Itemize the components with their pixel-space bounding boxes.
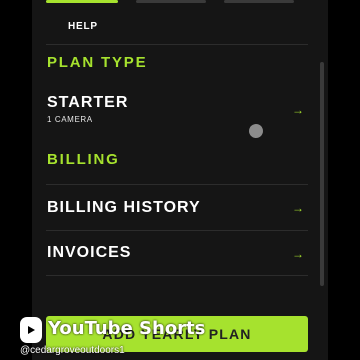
plan-detail: 1 CAMERA (47, 115, 93, 124)
divider (46, 184, 308, 185)
plan-name[interactable]: STARTER (47, 94, 128, 112)
plan-slider-thumb[interactable] (249, 124, 263, 138)
tab-indicator[interactable] (136, 0, 206, 3)
plan-slider-track[interactable] (47, 130, 262, 132)
youtube-shorts-icon (20, 317, 42, 343)
invoices-item[interactable]: INVOICES (47, 244, 131, 262)
billing-history-arrow-icon[interactable]: → (292, 202, 304, 214)
help-link[interactable]: HELP (68, 21, 98, 32)
billing-history-item[interactable]: BILLING HISTORY (47, 199, 201, 217)
scrollbar[interactable] (320, 62, 324, 286)
tab-indicator-active[interactable] (46, 0, 118, 3)
invoices-arrow-icon[interactable]: → (292, 248, 304, 260)
channel-handle[interactable]: @cedargroveoutdoors1 (20, 345, 125, 356)
divider (46, 44, 308, 45)
plan-arrow-icon[interactable]: → (292, 104, 304, 116)
divider (46, 275, 308, 276)
divider (46, 230, 308, 231)
billing-heading: BILLING (47, 151, 120, 168)
plan-type-heading: PLAN TYPE (47, 54, 148, 71)
play-icon (28, 326, 35, 334)
tab-indicator[interactable] (224, 0, 294, 3)
youtube-shorts-brand: YouTube Shorts (48, 318, 206, 339)
